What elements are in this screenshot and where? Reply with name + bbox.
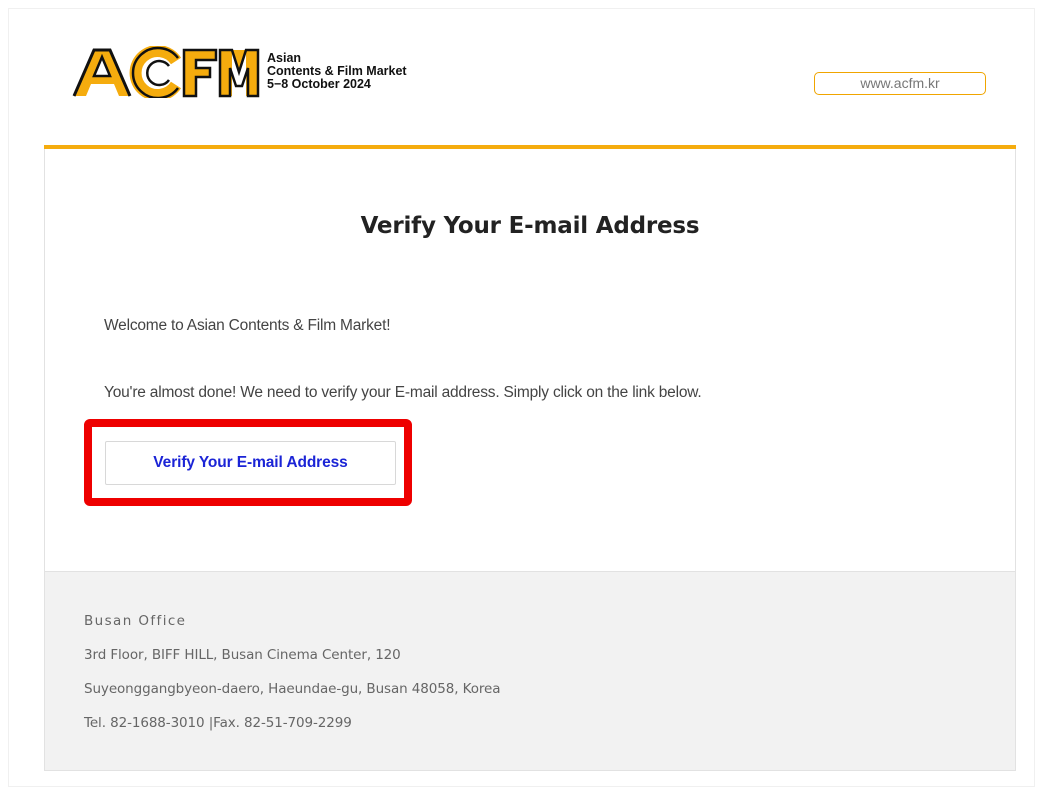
logo-line-dates: 5−8 October 2024 [267,76,371,91]
page-title: Verify Your E-mail Address [360,213,700,239]
footer-address-line2: Suyeonggangbyeon-daero, Haeundae-gu, Bus… [84,681,501,697]
acfm-wordmark-icon [72,46,260,98]
logo-tagline: Asian Contents & Film Market 5−8 October… [267,50,407,91]
welcome-text: Welcome to Asian Contents & Film Market! [104,317,391,334]
acfm-logo: Asian Contents & Film Market 5−8 October… [72,46,407,98]
logo-line-market: Contents & Film Market [267,63,407,78]
instruction-text: You're almost done! We need to verify yo… [104,384,702,401]
footer-address-line1: 3rd Floor, BIFF HILL, Busan Cinema Cente… [84,647,401,663]
logo-line-asian: Asian [267,50,302,65]
footer [44,571,1016,771]
verify-email-button[interactable]: Verify Your E-mail Address [105,441,396,485]
footer-office-name: Busan Office [84,613,187,629]
footer-contact: Tel. 82-1688-3010 |Fax. 82-51-709-2299 [84,715,352,731]
website-link[interactable]: www.acfm.kr [814,72,986,95]
